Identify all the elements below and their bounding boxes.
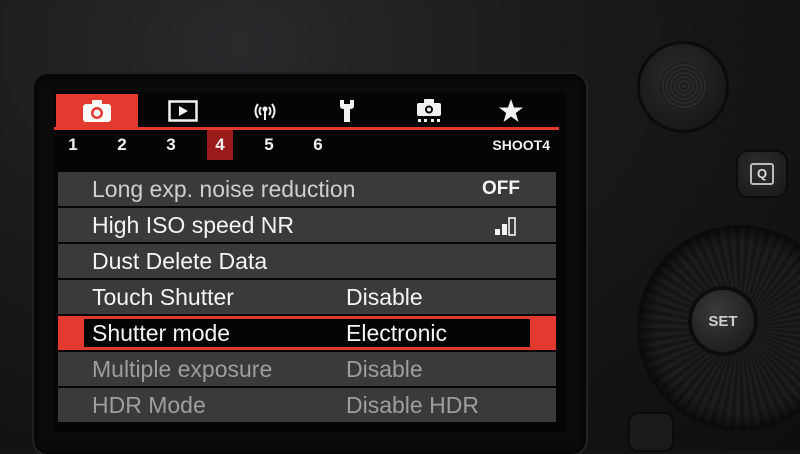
menu-item-multiple-exposure[interactable]: Multiple exposure Disable: [58, 352, 556, 386]
menu-item-value: Disable: [346, 356, 423, 382]
menu-tab-bar: [54, 94, 566, 128]
custom-functions-icon: [414, 98, 444, 124]
page-1[interactable]: 1: [60, 130, 86, 160]
tab-custom-functions[interactable]: [388, 94, 470, 128]
camera-icon: [82, 99, 112, 123]
menu-item-shutter-mode[interactable]: Shutter mode Electronic: [58, 316, 556, 350]
q-button[interactable]: Q: [738, 152, 786, 196]
tab-shooting[interactable]: [56, 94, 138, 128]
playback-button[interactable]: [630, 414, 672, 450]
star-icon: [498, 98, 524, 124]
menu-item-dust-delete-data[interactable]: Dust Delete Data: [58, 244, 556, 278]
menu-item-label: Long exp. noise reduction: [92, 176, 356, 202]
tab-setup[interactable]: [306, 94, 388, 128]
menu-item-label: High ISO speed NR: [92, 212, 294, 238]
menu-item-value: Disable: [346, 284, 423, 310]
menu-item-value: OFF: [482, 178, 520, 199]
multi-controller-pad[interactable]: [660, 62, 708, 110]
nr-level-bars-icon: [494, 215, 518, 236]
menu-item-touch-shutter[interactable]: Touch Shutter Disable: [58, 280, 556, 314]
menu-item-long-exp-nr[interactable]: Long exp. noise reduction OFF: [58, 172, 556, 206]
menu-item-value: Disable HDR: [346, 392, 479, 418]
menu-item-label: Multiple exposure: [92, 356, 273, 382]
menu-item-label: Shutter mode: [92, 320, 231, 346]
page-label: SHOOT4: [492, 137, 550, 153]
playback-icon: [168, 100, 198, 122]
wireless-icon: [250, 100, 280, 122]
q-button-label: Q: [750, 163, 774, 185]
menu-item-label: Dust Delete Data: [92, 248, 268, 274]
lcd-screen: 1 2 3 4 5 6 SHOOT4 Long exp. noise reduc…: [54, 92, 566, 432]
menu-item-high-iso-nr[interactable]: High ISO speed NR: [58, 208, 556, 242]
page-5[interactable]: 5: [256, 130, 282, 160]
page-3[interactable]: 3: [158, 130, 184, 160]
tab-my-menu[interactable]: [470, 94, 552, 128]
tab-wireless[interactable]: [224, 94, 306, 128]
page-4[interactable]: 4: [207, 130, 233, 160]
menu-item-hdr-mode[interactable]: HDR Mode Disable HDR: [58, 388, 556, 422]
wrench-icon: [335, 98, 359, 124]
menu-item-value: Electronic: [346, 320, 447, 346]
page-selector: 1 2 3 4 5 6 SHOOT4: [54, 130, 566, 160]
tab-playback[interactable]: [142, 94, 224, 128]
page-2[interactable]: 2: [109, 130, 135, 160]
set-button[interactable]: SET: [692, 290, 754, 352]
menu-item-label: Touch Shutter: [92, 284, 234, 310]
page-6[interactable]: 6: [305, 130, 331, 160]
menu-item-label: HDR Mode: [92, 392, 206, 418]
